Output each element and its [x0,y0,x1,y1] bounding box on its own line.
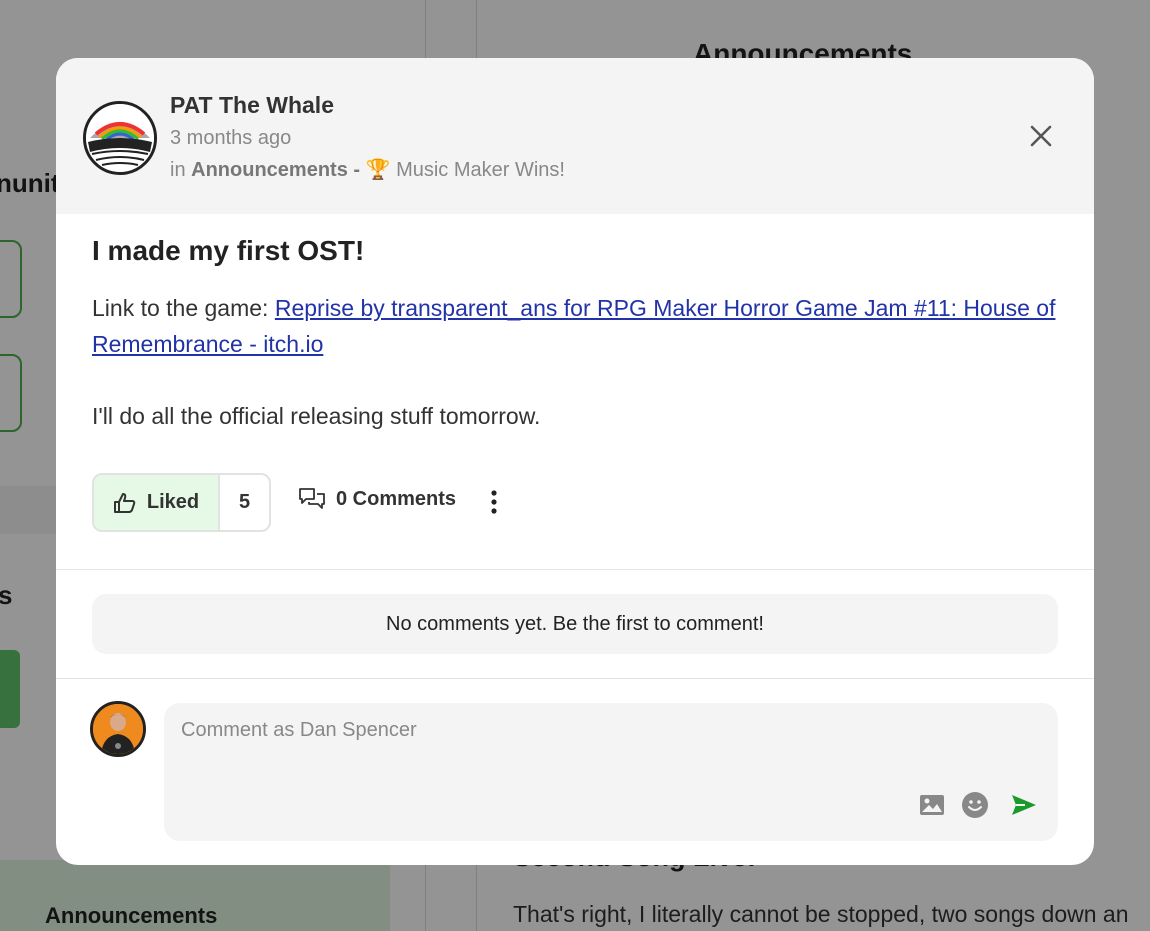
post-location: in Announcements - 🏆 Music Maker Wins! [170,157,565,182]
post-header: PAT The Whale 3 months ago in Announceme… [56,58,1094,214]
send-button[interactable] [1010,791,1038,819]
post-title: I made my first OST! [92,235,365,266]
comments-icon [299,488,325,509]
send-icon [1012,795,1036,815]
empty-comments-message: No comments yet. Be the first to comment… [92,594,1058,654]
like-button[interactable]: Liked [94,475,220,530]
location-separator: - [353,159,361,181]
user-avatar[interactable] [90,701,146,757]
more-options-button[interactable] [484,488,504,516]
composer-divider [56,678,1094,679]
divider [56,569,1094,570]
like-label: Liked [146,491,200,513]
location-prefix: in [170,159,186,181]
comments-button[interactable]: 0 Comments [298,487,456,511]
thumbs-up-icon [113,492,136,513]
topic-link[interactable]: 🏆 Music Maker Wins! [366,159,565,181]
space-link[interactable]: Announcements [191,159,348,181]
link-intro: Link to the game: [92,295,275,321]
image-icon [920,795,944,815]
post-body: Link to the game: Reprise by transparent… [92,290,1067,434]
author-name[interactable]: PAT The Whale [170,92,334,119]
author-avatar[interactable] [83,101,157,175]
comment-input[interactable] [179,717,1043,781]
user-photo-icon [93,704,143,754]
image-upload-button[interactable] [918,791,946,819]
post-body-text: I'll do all the official releasing stuff… [92,403,541,429]
emoji-button[interactable] [961,791,989,819]
like-control: Liked 5 [92,473,271,532]
emoji-icon [962,792,988,818]
close-icon [1030,125,1052,147]
post-timestamp: 3 months ago [170,127,292,149]
comment-composer [164,703,1058,841]
comments-label: 0 Comments [336,487,457,510]
like-count[interactable]: 5 [220,475,269,530]
close-button[interactable] [1026,121,1056,151]
post-modal: PAT The Whale 3 months ago in Announceme… [56,58,1094,865]
whale-logo-icon [86,104,154,172]
more-vertical-icon [491,490,497,514]
